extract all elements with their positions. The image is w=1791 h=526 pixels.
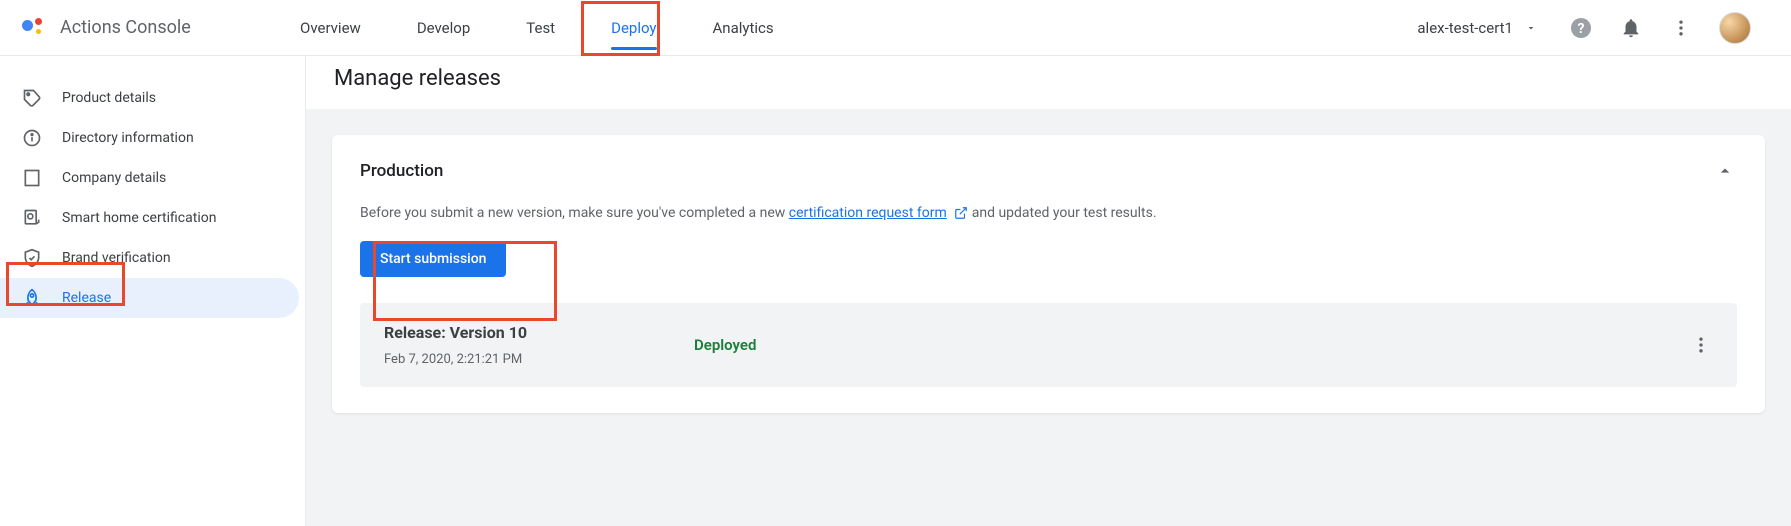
- sidebar-item-brand-verification[interactable]: Brand verification: [0, 238, 299, 278]
- header-right: alex-test-cert1 ?: [1417, 12, 1791, 44]
- notifications-icon[interactable]: [1619, 16, 1643, 40]
- main-body: Production Before you submit a new versi…: [306, 109, 1791, 526]
- collapse-panel-button[interactable]: [1713, 159, 1737, 183]
- svg-text:?: ?: [1578, 21, 1585, 37]
- nav-test[interactable]: Test: [520, 0, 561, 55]
- rocket-icon: [22, 288, 42, 308]
- panel-description-prefix: Before you submit a new version, make su…: [360, 205, 789, 221]
- nav-overview[interactable]: Overview: [294, 0, 367, 55]
- nav-deploy[interactable]: Deploy: [605, 0, 662, 55]
- project-picker[interactable]: alex-test-cert1: [1417, 16, 1543, 40]
- building-icon: [22, 168, 42, 188]
- sidebar-item-label: Product details: [62, 90, 156, 106]
- panel-description: Before you submit a new version, make su…: [360, 205, 1737, 221]
- shield-icon: [22, 248, 42, 268]
- nav-analytics[interactable]: Analytics: [707, 0, 780, 55]
- sidebar-item-company-details[interactable]: Company details: [0, 158, 299, 198]
- sidebar-item-directory-information[interactable]: Directory information: [0, 118, 299, 158]
- logo-area: Actions Console: [22, 16, 294, 40]
- start-submission-button[interactable]: Start submission: [360, 241, 506, 277]
- tag-icon: [22, 88, 42, 108]
- sidebar-item-product-details[interactable]: Product details: [0, 78, 299, 118]
- sidebar: Product details Directory information Co…: [0, 56, 306, 526]
- certification-request-link[interactable]: certification request form: [789, 205, 947, 221]
- sidebar-item-label: Company details: [62, 170, 166, 186]
- more-vert-icon[interactable]: [1669, 16, 1693, 40]
- sidebar-item-release[interactable]: Release: [0, 278, 299, 318]
- sidebar-item-smart-home-certification[interactable]: Smart home certification: [0, 198, 299, 238]
- release-more-button[interactable]: [1689, 333, 1713, 357]
- production-panel: Production Before you submit a new versi…: [332, 135, 1765, 413]
- external-link-icon: [954, 206, 968, 220]
- project-name: alex-test-cert1: [1417, 19, 1513, 37]
- sidebar-item-label: Release: [62, 290, 111, 306]
- info-icon: [22, 128, 42, 148]
- top-nav: Overview Develop Test Deploy Analytics: [294, 0, 780, 55]
- panel-description-suffix: and updated your test results.: [972, 205, 1157, 221]
- certificate-icon: [22, 208, 42, 228]
- app-title: Actions Console: [60, 17, 191, 38]
- help-icon[interactable]: ?: [1569, 16, 1593, 40]
- main-content: Manage releases Production Before you su…: [306, 56, 1791, 526]
- nav-develop[interactable]: Develop: [411, 0, 476, 55]
- assistant-logo-icon: [22, 16, 46, 40]
- release-version-title: Release: Version 10: [384, 323, 694, 342]
- release-status-badge: Deployed: [694, 336, 756, 354]
- avatar[interactable]: [1719, 12, 1751, 44]
- release-timestamp: Feb 7, 2020, 2:21:21 PM: [384, 352, 694, 367]
- chevron-down-icon: [1519, 16, 1543, 40]
- panel-title: Production: [360, 161, 443, 181]
- sidebar-item-label: Brand verification: [62, 250, 171, 266]
- page-title: Manage releases: [306, 56, 1791, 109]
- global-header: Actions Console Overview Develop Test De…: [0, 0, 1791, 56]
- sidebar-item-label: Directory information: [62, 130, 194, 146]
- release-card: Release: Version 10 Feb 7, 2020, 2:21:21…: [360, 303, 1737, 387]
- sidebar-item-label: Smart home certification: [62, 210, 216, 226]
